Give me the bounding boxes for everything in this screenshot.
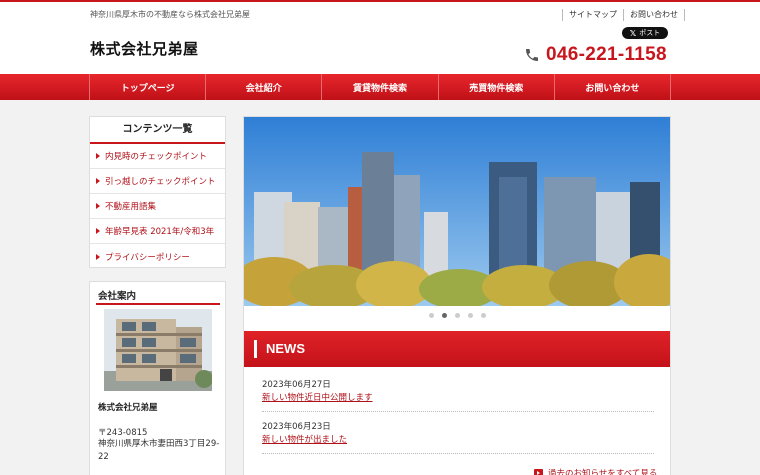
x-post-label: ポスト — [639, 29, 661, 37]
site-header: 神奈川県厚木市の不動産なら株式会社兄弟屋 株式会社兄弟屋 サイトマップ お問い合… — [0, 2, 760, 74]
nav-contact[interactable]: お問い合わせ — [555, 74, 672, 100]
main-content: NEWS 2023年06月27日 新しい物件近日中公開します 2023年06月2… — [243, 116, 671, 475]
site-tagline: 神奈川県厚木市の不動産なら株式会社兄弟屋 — [90, 10, 250, 19]
news-date: 2023年06月23日 — [262, 422, 331, 432]
arrow-right-icon — [534, 468, 543, 475]
global-nav: トップページ 会社紹介 賃貸物件検索 売買物件検索 お問い合わせ — [0, 74, 760, 100]
contents-title: コンテンツ一覧 — [90, 117, 225, 144]
slider-dot[interactable] — [454, 313, 460, 318]
phone-icon — [526, 49, 538, 61]
triangle-bullet-icon — [96, 253, 100, 260]
sidebar-item-label: 引っ越しのチェックポイント — [105, 177, 216, 187]
x-post-button[interactable]: 𝕏 ポスト — [622, 27, 668, 39]
x-logo-icon: 𝕏 — [629, 28, 637, 38]
slider-dot[interactable] — [467, 313, 473, 318]
nav-rental-search[interactable]: 賃貸物件検索 — [322, 74, 439, 100]
nav-top[interactable]: トップページ — [90, 74, 207, 100]
triangle-bullet-icon — [96, 153, 100, 159]
news-date: 2023年06月27日 — [262, 380, 331, 390]
nav-sale-search[interactable]: 売買物件検索 — [439, 74, 555, 100]
news-link[interactable]: 新しい物件が出ました — [262, 434, 654, 447]
sidebar-item-label: 年齢早見表 2021年/令和3年 — [105, 227, 215, 237]
sidebar-item-age-table[interactable]: 年齢早見表 2021年/令和3年 — [90, 219, 225, 244]
more-news-label: 過去のお知らせをすべて見る — [548, 469, 658, 475]
sidebar-item-glossary[interactable]: 不動産用語集 — [90, 194, 225, 219]
slider-dot[interactable] — [480, 313, 486, 318]
contact-link[interactable]: お問い合わせ — [623, 9, 685, 21]
divider — [96, 303, 220, 305]
news-item: 2023年06月27日 新しい物件近日中公開します — [262, 379, 654, 412]
news-item: 2023年06月23日 新しい物件が出ました — [262, 421, 654, 454]
phone-number: 046-221-1158 — [524, 44, 667, 66]
sidebar-item-moving-checkpoints[interactable]: 引っ越しのチェックポイント — [90, 169, 225, 194]
contents-menu: コンテンツ一覧 内見時のチェックポイント 引っ越しのチェックポイント 不動産用語… — [89, 116, 226, 268]
company-info-box: 会社案内 株式会社兄弟屋 〒243-0815 神奈川県厚木市妻田西3丁目29-2… — [89, 281, 226, 475]
more-news-link[interactable]: 過去のお知らせをすべて見る — [534, 467, 657, 475]
nav-company[interactable]: 会社紹介 — [206, 74, 323, 100]
company-name: 株式会社兄弟屋 — [98, 403, 158, 413]
company-zip: 〒243-0815 — [98, 428, 148, 438]
triangle-bullet-icon — [96, 228, 100, 234]
header-links: サイトマップ お問い合わせ — [562, 9, 685, 21]
sidebar-item-viewing-checkpoints[interactable]: 内見時のチェックポイント — [90, 144, 225, 169]
news-list: 2023年06月27日 新しい物件近日中公開します 2023年06月23日 新し… — [262, 379, 654, 463]
slider-dot[interactable] — [428, 313, 434, 318]
news-title: NEWS — [266, 341, 305, 356]
news-link[interactable]: 新しい物件近日中公開します — [262, 392, 654, 405]
site-name[interactable]: 株式会社兄弟屋 — [90, 38, 199, 59]
company-address: 神奈川県厚木市妻田西3丁目29-22 — [98, 439, 220, 462]
hero-slider-image[interactable] — [244, 117, 670, 306]
sidebar-item-label: プライバシーポリシー — [105, 252, 190, 263]
slider-dot[interactable] — [441, 313, 447, 318]
sidebar-item-privacy-policy[interactable]: プライバシーポリシー — [90, 244, 225, 269]
company-building-photo — [104, 309, 212, 391]
news-accent-bar — [254, 340, 257, 358]
sitemap-link[interactable]: サイトマップ — [562, 9, 623, 21]
phone-number-text: 046-221-1158 — [546, 44, 667, 65]
sidebar-item-label: 内見時のチェックポイント — [105, 152, 208, 162]
triangle-bullet-icon — [96, 203, 100, 209]
sidebar-item-label: 不動産用語集 — [105, 202, 157, 212]
slider-dots — [244, 313, 670, 318]
company-info-title: 会社案内 — [98, 291, 137, 302]
triangle-bullet-icon — [96, 178, 100, 184]
news-header: NEWS — [244, 331, 670, 367]
